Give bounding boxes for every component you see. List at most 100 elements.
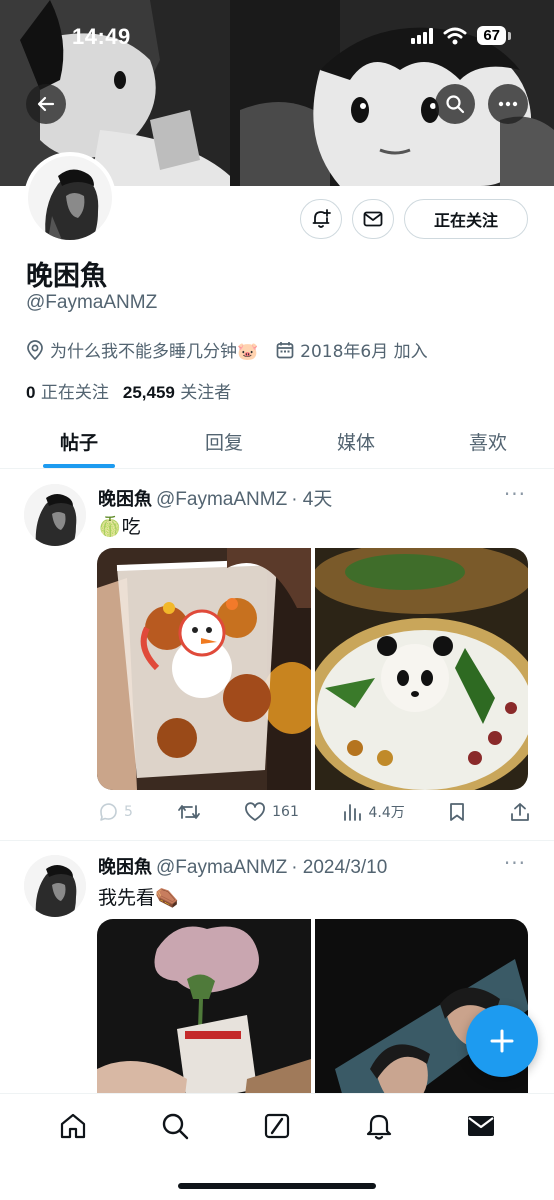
nav-notifications[interactable]	[359, 1106, 399, 1146]
bookmark-action[interactable]	[448, 802, 466, 822]
post-text: 🍈吃	[98, 516, 141, 538]
heart-icon	[245, 802, 266, 821]
like-action[interactable]: 161	[244, 802, 299, 822]
post-author-handle: @FaymaANMZ	[156, 489, 288, 510]
tab-replies[interactable]: 回复	[158, 414, 290, 468]
post-text: 我先看⚰️	[98, 887, 179, 909]
share-action[interactable]	[510, 802, 530, 822]
profile-meta: 为什么我不能多睡几分钟🐷 2018年6月 加入	[26, 337, 446, 362]
post-author-name[interactable]: 晚困魚	[98, 853, 152, 879]
followers-count: 25,459	[122, 383, 175, 402]
view-count: 4.4万	[368, 805, 405, 821]
nav-grok[interactable]	[257, 1106, 297, 1146]
reply-icon	[100, 803, 117, 821]
tab-likes[interactable]: 喜欢	[422, 414, 554, 468]
views-action[interactable]: 4.4万	[342, 802, 405, 822]
avatar-image	[24, 484, 86, 546]
bell-icon	[366, 1114, 392, 1140]
tab-replies-label: 回复	[204, 431, 243, 454]
message-button[interactable]	[352, 199, 394, 239]
flower-ticket-image	[97, 919, 311, 1093]
post-header: 晚困魚 @FaymaANMZ · 2024/3/10	[98, 853, 387, 879]
arrow-left-icon	[37, 96, 55, 112]
reply-action[interactable]: 5	[98, 802, 133, 822]
followers-label: 关注者	[180, 383, 232, 403]
followers-stat[interactable]: 25,459 关注者	[123, 378, 231, 403]
search-icon	[446, 95, 465, 114]
post-avatar[interactable]	[24, 484, 86, 546]
post-more-button[interactable]: ···	[504, 482, 526, 506]
post-media-grid	[97, 548, 528, 790]
post-image[interactable]	[97, 548, 311, 790]
calendar-icon	[276, 341, 294, 358]
search-button[interactable]	[435, 84, 475, 124]
reply-count: 5	[124, 804, 133, 820]
cellular-signal-icon	[411, 27, 434, 44]
home-indicator	[178, 1183, 376, 1189]
nav-search[interactable]	[155, 1106, 195, 1146]
notification-subscribe-button[interactable]	[300, 199, 342, 239]
status-icons: 67	[411, 26, 511, 45]
location-icon	[27, 339, 43, 360]
post-image[interactable]	[97, 919, 311, 1093]
profile-tabs: 帖子 回复 媒体 喜欢	[0, 414, 554, 469]
profile-stats: 0 正在关注 25,459 关注者	[26, 378, 231, 403]
compose-button[interactable]	[466, 1005, 538, 1077]
bottom-nav-items	[0, 1094, 554, 1158]
retweet-icon	[177, 805, 200, 819]
post-header: 晚困魚 @FaymaANMZ · 4天	[98, 484, 332, 511]
status-time: 14:49	[72, 24, 131, 49]
tab-posts-label: 帖子	[59, 431, 98, 454]
post-time: · 4天	[291, 489, 333, 510]
post-time: · 2024/3/10	[291, 857, 388, 878]
analytics-icon	[344, 804, 362, 821]
food-cup-image	[97, 548, 311, 790]
wifi-icon	[443, 27, 467, 44]
share-icon	[511, 803, 529, 821]
post-author-handle: @FaymaANMZ	[156, 857, 288, 878]
joined-text: 2018年6月 加入	[300, 342, 428, 362]
mail-icon	[363, 211, 383, 227]
panda-dessert-image	[314, 548, 528, 790]
avatar-image	[24, 855, 86, 917]
tab-media[interactable]: 媒体	[290, 414, 422, 468]
following-count: 0	[26, 383, 36, 402]
bell-plus-icon	[312, 209, 331, 228]
post-author-name[interactable]: 晚困魚	[98, 485, 152, 511]
post-media-grid	[97, 919, 528, 1093]
tab-posts[interactable]: 帖子	[0, 414, 158, 468]
mail-icon	[468, 1116, 494, 1136]
following-label: 正在关注	[40, 383, 109, 403]
search-icon	[162, 1113, 189, 1140]
back-button[interactable]	[26, 84, 66, 124]
profile-avatar[interactable]	[24, 152, 116, 244]
plus-icon	[490, 1029, 514, 1053]
home-icon	[60, 1113, 86, 1139]
battery-indicator: 67	[477, 26, 511, 45]
following-button[interactable]: 正在关注	[404, 199, 528, 239]
following-stat[interactable]: 0 正在关注	[26, 378, 109, 403]
post-item[interactable]: 晚困魚 @FaymaANMZ · 4天 ··· 🍈吃 5 161 4.4万	[0, 470, 554, 840]
profile-joined: 2018年6月 加入	[276, 337, 428, 362]
status-bar: 14:49 67	[0, 0, 554, 72]
post-avatar[interactable]	[24, 855, 86, 917]
nav-home[interactable]	[53, 1106, 93, 1146]
tab-likes-label: 喜欢	[468, 431, 507, 454]
grok-icon	[264, 1113, 290, 1139]
retweet-action[interactable]	[177, 802, 201, 822]
nav-messages[interactable]	[461, 1106, 501, 1146]
more-icon	[498, 101, 518, 107]
like-count: 161	[272, 804, 299, 820]
tab-media-label: 媒体	[336, 431, 375, 454]
post-more-button[interactable]: ···	[504, 851, 526, 875]
bookmark-icon	[450, 803, 465, 821]
profile-location: 为什么我不能多睡几分钟🐷	[26, 337, 258, 362]
location-text: 为什么我不能多睡几分钟🐷	[50, 342, 259, 362]
post-image[interactable]	[314, 548, 528, 790]
profile-name: 晚困魚	[26, 261, 107, 292]
avatar-image	[28, 156, 112, 240]
active-tab-indicator	[43, 464, 115, 468]
post-actions: 5 161 4.4万	[98, 802, 530, 822]
profile-handle: @FaymaANMZ	[26, 292, 158, 313]
more-button[interactable]	[488, 84, 528, 124]
